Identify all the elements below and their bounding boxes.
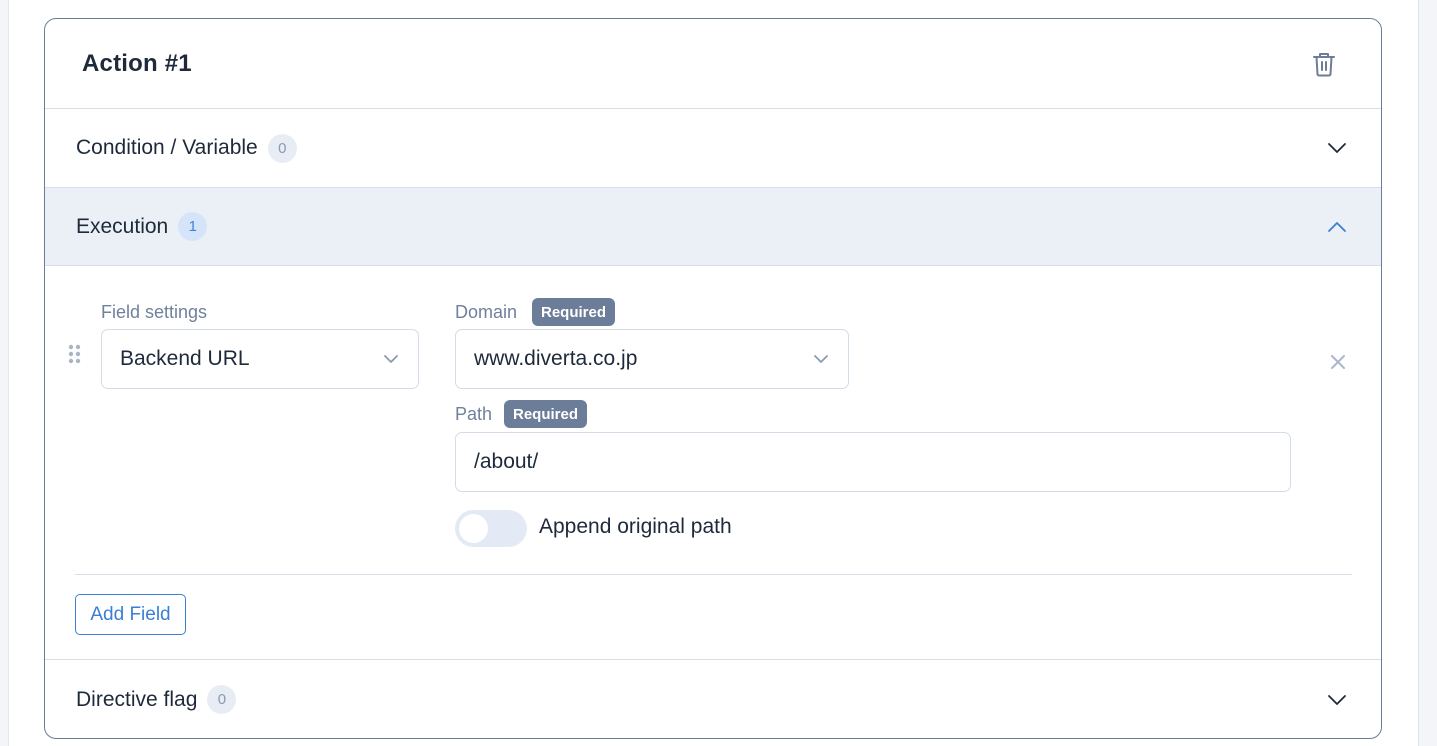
chevron-down-icon[interactable]: [1327, 690, 1347, 710]
section-label: Directive flag: [76, 687, 198, 711]
section-label: Execution: [76, 214, 169, 238]
required-badge: Required: [532, 298, 616, 326]
field-settings-value: Backend URL: [120, 347, 250, 370]
toggle-knob: [459, 514, 488, 543]
chevron-down-icon[interactable]: [1327, 138, 1347, 158]
action-card: Action #1 Condition / Variable 0 Executi…: [44, 18, 1382, 739]
card-title: Action #1: [82, 49, 192, 77]
chevron-down-icon: [814, 355, 828, 363]
required-badge: Required: [504, 400, 588, 428]
field-settings-select[interactable]: Backend URL: [101, 329, 419, 389]
chevron-down-icon: [384, 355, 398, 363]
path-value: /about/: [474, 450, 539, 473]
delete-action-button[interactable]: [1311, 50, 1337, 78]
trash-icon: [1313, 52, 1335, 76]
append-original-path-label: Append original path: [539, 515, 732, 538]
field-settings-label: Field settings: [101, 302, 208, 322]
path-label: Path: [455, 404, 493, 424]
path-input[interactable]: /about/: [455, 432, 1291, 492]
section-directive-flag[interactable]: Directive flag 0: [45, 660, 1381, 738]
count-badge: 0: [207, 685, 237, 714]
section-condition-variable[interactable]: Condition / Variable 0: [45, 109, 1381, 188]
domain-value: www.diverta.co.jp: [474, 347, 638, 370]
append-original-path-toggle[interactable]: [455, 510, 527, 547]
count-badge: 1: [178, 212, 208, 241]
section-execution[interactable]: Execution 1: [45, 188, 1381, 266]
remove-field-button[interactable]: [1328, 352, 1348, 372]
chevron-up-icon[interactable]: [1327, 217, 1347, 237]
execution-body: Field settings Backend URL Domain Requir…: [45, 266, 1381, 660]
count-badge: 0: [267, 133, 297, 163]
add-field-button[interactable]: Add Field: [75, 594, 186, 635]
section-label: Condition / Variable: [76, 136, 258, 159]
card-header: Action #1: [45, 19, 1381, 109]
divider: [75, 574, 1352, 575]
drag-handle-icon[interactable]: [67, 343, 83, 367]
domain-select[interactable]: www.diverta.co.jp: [455, 329, 849, 389]
close-icon: [1331, 355, 1345, 369]
domain-label: Domain: [455, 302, 518, 322]
